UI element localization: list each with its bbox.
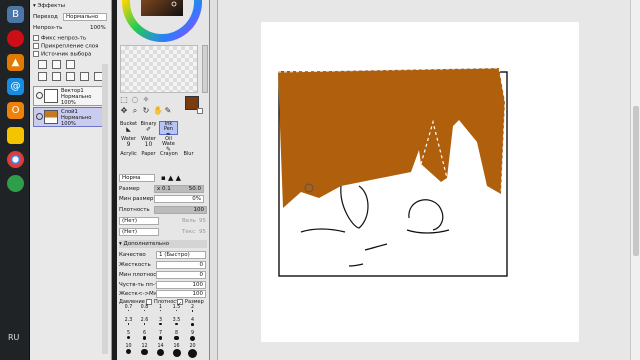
language-indicator[interactable]: RU [8,333,19,342]
selection-source-label: Источник выбора [41,51,92,58]
checkbox-icon [33,51,39,57]
layer-thumbnail [44,110,58,124]
canvas-paper[interactable] [261,22,579,342]
eye-icon[interactable] [36,113,43,120]
files-icon[interactable] [7,127,24,144]
clear-layer-icon[interactable] [80,72,89,81]
zoom-icon[interactable]: ⌕ [131,107,139,115]
layer-thumbnail [44,89,58,103]
effects-header[interactable]: ▾ Эффекты [33,3,65,9]
chrome-icon[interactable] [7,151,24,168]
magic-wand-icon[interactable]: ✧ [142,96,150,104]
rotate-icon[interactable]: ↻ [142,107,150,115]
windows-taskbar: В ▲ @ О RU [0,0,30,360]
new-vector-layer-icon[interactable] [52,60,61,69]
scrollbar-thumb[interactable] [633,106,639,256]
lasso-icon[interactable]: ◌ [131,96,139,104]
blend-mode-label: Переход [33,14,58,20]
clip-layer-checkbox[interactable]: Прикрепление слоя [33,43,98,50]
selection-source-checkbox[interactable]: Источник выбора [33,51,91,58]
secondary-color-swatch[interactable] [197,108,203,114]
layer-toolbar [33,60,109,84]
layer-item-layer1[interactable]: Слой1 Нормально 100% [33,107,106,127]
opacity-label: Непроз-ть [33,25,63,31]
effects-header-label: Эффекты [37,3,66,9]
opacity-value[interactable]: 100% [90,25,106,31]
drawing [277,67,508,277]
ok-icon[interactable]: О [7,102,24,119]
checkbox-icon [33,43,39,49]
layer-opacity: 100% [61,121,76,127]
copy-layer-icon[interactable] [38,72,47,81]
layer-opacity: 100% [61,100,76,106]
layer-panel: ▾ Эффекты Переход Нормально Непроз-ть 10… [30,0,112,360]
new-layer-icon[interactable] [38,60,47,69]
brush-preview-area [120,45,198,93]
move-icon[interactable]: ✥ [120,107,128,115]
canvas-vertical-scrollbar[interactable] [630,0,640,360]
hand-icon[interactable]: ✋ [153,107,163,115]
canvas-area[interactable] [218,0,630,360]
eye-icon[interactable] [36,92,43,99]
layer-list-scrollbar[interactable] [102,64,108,354]
protect-opacity-label: Фикс непроз-ть [41,35,87,42]
triangle-app-icon[interactable]: ▲ [7,54,24,71]
color-wheel[interactable] [119,0,205,44]
game-icon[interactable] [7,175,24,192]
opera-icon[interactable] [7,30,24,47]
new-folder-icon[interactable] [66,60,75,69]
selection-tools: ⬚ ◌ ✧ ✥ ⌕ ↻ ✋ ✎ [120,96,190,116]
blend-mode-select[interactable]: Нормально [63,13,107,21]
trash-icon[interactable] [66,72,75,81]
layer-info: Вектор1 Нормально 100% [61,88,91,106]
paint-tool-sai-window: В ▲ @ О RU ▾ Эффекты Переход Нормально Н… [0,0,640,360]
layer-info: Слой1 Нормально 100% [61,109,91,127]
layer-item-vector1[interactable]: Вектор1 Нормально 100% [33,86,106,106]
clip-layer-label: Прикрепление слоя [41,43,99,50]
panel-scrollbar[interactable] [202,45,208,93]
tool-panel: ⬚ ◌ ✧ ✥ ⌕ ↻ ✋ ✎ [117,0,210,360]
eyedropper-icon[interactable]: ✎ [164,107,172,115]
protect-opacity-checkbox[interactable]: Фикс непроз-ть [33,35,86,42]
vk-icon[interactable]: В [7,6,24,23]
selection-rect-icon[interactable]: ⬚ [120,96,128,104]
merge-down-icon[interactable] [52,72,61,81]
mail-icon[interactable]: @ [7,78,24,95]
checkbox-icon [33,35,39,41]
panel-divider[interactable] [210,0,218,360]
